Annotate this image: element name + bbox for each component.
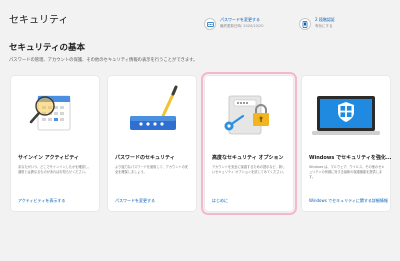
card-windows-security: Windows でセキュリティを強化... Windows は、マルウェア、ウイ… [302, 76, 392, 211]
two-step-icon [299, 18, 311, 30]
change-password-card-link[interactable]: パスワードを変更する [115, 198, 155, 204]
windows-security-link[interactable]: Windows でセキュリティに関する詳細情報 [309, 198, 388, 204]
password-icon [204, 18, 216, 30]
card-description: あなたがいつ、どこでサインインしたかを確認し、通常とは異なるものがあればお知らせ… [18, 165, 92, 174]
card-title: サインイン アクティビティ [18, 155, 79, 161]
card-description: より強力なパスワードを使用して、アカウントの安全を確保しましょう。 [115, 165, 188, 174]
card-signin-activity: サインイン アクティビティ あなたがいつ、どこでサインインしたかを確認し、通常と… [11, 76, 99, 211]
card-description: Windows は、マルウェア、ウイルス、その他のセキュリティの脅威に対する最新… [309, 165, 385, 179]
page-title: セキュリティ [9, 15, 69, 26]
magnifier-calendar-icon [11, 76, 99, 144]
card-title: パスワードのセキュリティ [115, 155, 175, 161]
change-password-action[interactable]: パスワードを変更する 最終更新日時: 2020/10/20 [204, 17, 263, 30]
two-step-action[interactable]: 2 段階認証 有効にする [299, 17, 335, 30]
card-advanced-security: 高度なセキュリティ オプション アカウントを安全に保護するための提示など、新しい… [201, 72, 297, 215]
card-password-security: パスワードのセキュリティ より強力なパスワードを使用して、アカウントの安全を確保… [108, 76, 196, 211]
two-step-status: 有効にする [315, 24, 333, 28]
view-activity-link[interactable]: アクティビティを表示する [18, 198, 65, 204]
password-last-updated: 最終更新日時: 2020/10/20 [220, 24, 264, 28]
card-title: Windows でセキュリティを強化... [309, 155, 392, 161]
section-description: パスワードの管理、アカウントの保護、その他のセキュリティ情報の表示を行うことがで… [9, 58, 198, 63]
password-device-icon [108, 76, 196, 144]
get-started-link[interactable]: はじめに [212, 198, 228, 204]
key-lock-icon [205, 76, 293, 144]
card-title: 高度なセキュリティ オプション [212, 155, 284, 161]
section-title: セキュリティの基本 [9, 43, 85, 53]
card-description: アカウントを安全に保護するための提示など、新しいセキュリティ オプションを試して… [212, 165, 286, 174]
shield-laptop-icon [302, 76, 390, 144]
